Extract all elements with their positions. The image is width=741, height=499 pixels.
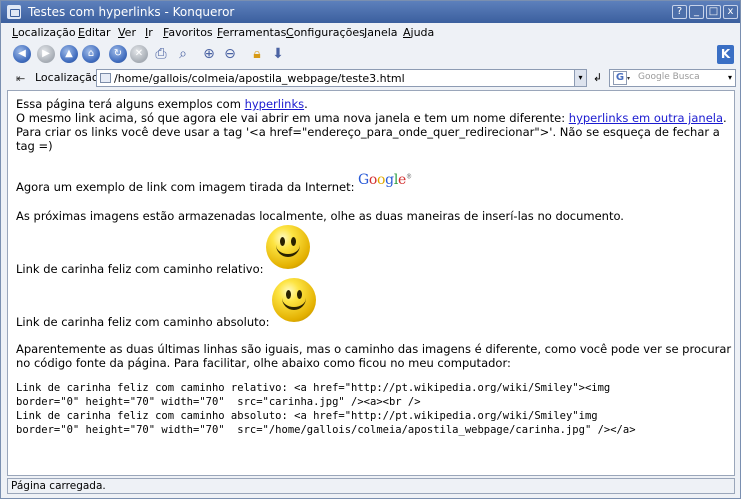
google-logo-link[interactable]: Google®: [358, 172, 412, 188]
go-icon[interactable]: ↲: [591, 71, 604, 85]
title-bar[interactable]: Testes com hyperlinks - Konqueror ? _ □ …: [1, 1, 740, 23]
main-toolbar: ◀ ▶ ▲ ⌂ ↻ ✕ ⎙ ⌕ ⊕ ⊖ 🔒︎ ⬇ K: [1, 42, 740, 67]
code-line-1: Link de carinha feliz com caminho relati…: [16, 382, 611, 394]
hyperlinks-new-window-link[interactable]: hyperlinks em outra janela: [569, 111, 723, 125]
reload-icon[interactable]: ↻: [109, 45, 127, 63]
local-images-text: As próximas imagens estão armazenadas lo…: [16, 209, 624, 223]
print-icon[interactable]: ⎙: [152, 45, 170, 63]
code-line-2: border="0" height="70" width="70" src="c…: [16, 396, 421, 408]
tag-instructions-line-2: tag =): [16, 139, 53, 153]
page-content: Essa página terá alguns exemplos com hyp…: [7, 90, 735, 476]
maximize-button[interactable]: □: [706, 5, 721, 19]
absolute-path-text: Link de carinha feliz com caminho absolu…: [16, 315, 270, 329]
menu-janela[interactable]: Janela: [364, 26, 398, 39]
code-line-3: Link de carinha feliz com caminho absolu…: [16, 410, 598, 422]
stop-icon[interactable]: ✕: [130, 45, 148, 63]
explanation-line-2: no código fonte da página. Para facilita…: [16, 356, 511, 370]
help-button[interactable]: ?: [672, 5, 687, 19]
minimize-button[interactable]: _: [689, 5, 704, 19]
relative-path-text: Link de carinha feliz com caminho relati…: [16, 262, 264, 276]
location-bar: ⇤ Localização: /home/gallois/colmeia/apo…: [1, 67, 740, 89]
url-input[interactable]: /home/gallois/colmeia/apostila_webpage/t…: [96, 69, 587, 87]
search-dropdown-icon[interactable]: ▾: [725, 70, 735, 86]
search-input[interactable]: G ▾ Google Busca ▾: [609, 69, 736, 87]
window-title: Testes com hyperlinks - Konqueror: [28, 5, 235, 19]
zoom-in-icon[interactable]: ⊕: [200, 45, 218, 63]
status-bar: Página carregada.: [7, 478, 735, 494]
menu-configuracoes[interactable]: Configurações: [286, 26, 365, 39]
google-example-text: Agora um exemplo de link com imagem tira…: [16, 180, 355, 194]
menu-ver[interactable]: Ver: [118, 26, 136, 39]
menu-favoritos[interactable]: Favoritos: [163, 26, 213, 39]
download-icon[interactable]: ⬇: [269, 45, 287, 63]
menu-bar: Localização Editar Ver Ir Favoritos Ferr…: [1, 23, 740, 42]
tag-instructions-line: Para criar os links você deve usar a tag…: [16, 125, 720, 139]
clear-location-icon[interactable]: ⇤: [16, 72, 25, 85]
intro-line: Essa página terá alguns exemplos com hyp…: [16, 97, 308, 111]
home-icon[interactable]: ⌂: [82, 45, 100, 63]
new-window-line: O mesmo link acima, só que agora ele vai…: [16, 111, 727, 125]
location-label: Localização:: [35, 71, 103, 84]
app-icon[interactable]: [7, 5, 21, 19]
find-icon[interactable]: ⌕: [174, 45, 192, 63]
close-button[interactable]: x: [723, 5, 738, 19]
menu-editar[interactable]: Editar: [78, 26, 111, 39]
hyperlinks-link[interactable]: hyperlinks: [245, 97, 305, 111]
page-favicon-icon: [100, 73, 111, 83]
kde-logo-icon: K: [717, 45, 734, 64]
up-icon[interactable]: ▲: [60, 45, 78, 63]
smiley-absolute-link-image[interactable]: [272, 278, 316, 322]
url-history-dropdown-icon[interactable]: ▾: [574, 70, 586, 86]
konqueror-window: Testes com hyperlinks - Konqueror ? _ □ …: [0, 0, 741, 499]
menu-ajuda[interactable]: Ajuda: [403, 26, 434, 39]
status-text: Página carregada.: [11, 480, 106, 492]
url-text[interactable]: /home/gallois/colmeia/apostila_webpage/t…: [114, 72, 405, 85]
lock-icon[interactable]: 🔒︎: [248, 45, 266, 63]
menu-localizacao[interactable]: Localização: [12, 26, 76, 39]
back-icon[interactable]: ◀: [13, 45, 31, 63]
search-placeholder: Google Busca: [638, 72, 700, 82]
forward-icon[interactable]: ▶: [37, 45, 55, 63]
menu-ferramentas[interactable]: Ferramentas: [217, 26, 286, 39]
code-line-4: border="0" height="70" width="70" src="/…: [16, 424, 636, 436]
search-engine-dropdown-icon[interactable]: ▾: [627, 75, 630, 82]
smiley-relative-link-image[interactable]: [266, 225, 310, 269]
menu-ir[interactable]: Ir: [145, 26, 153, 39]
google-search-engine-icon[interactable]: G: [613, 71, 627, 85]
zoom-out-icon[interactable]: ⊖: [221, 45, 239, 63]
explanation-line-1: Aparentemente as duas últimas linhas são…: [16, 342, 732, 356]
